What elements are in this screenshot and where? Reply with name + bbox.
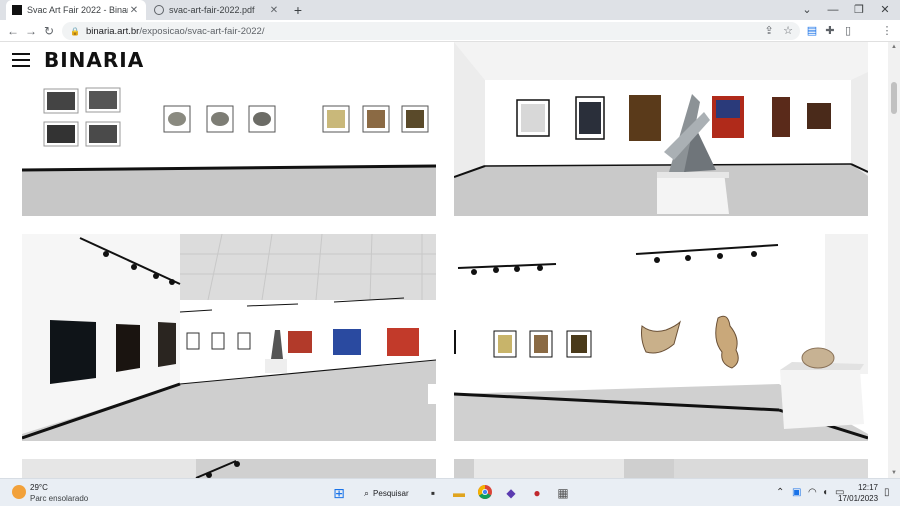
tab-strip: Svac Art Fair 2022 - Binaria Arte e ✕ sv…: [0, 0, 900, 20]
extensions-icon[interactable]: ✚: [821, 22, 839, 40]
notification-icon[interactable]: ▯: [884, 485, 890, 501]
menu-dots-icon[interactable]: ⋮: [878, 22, 896, 40]
app-grid-icon[interactable]: ▦: [554, 484, 572, 502]
restore-icon[interactable]: ❐: [846, 0, 872, 20]
gallery-panel-2[interactable]: [454, 42, 868, 216]
scroll-up-arrow[interactable]: ▲: [888, 42, 900, 52]
gallery-scene-6: [454, 459, 868, 478]
reload-icon[interactable]: ↻: [40, 22, 58, 40]
url-path: /exposicao/svac-art-fair-2022/: [139, 25, 265, 37]
close-icon[interactable]: ✕: [268, 5, 280, 16]
folder-icon[interactable]: ▬: [450, 484, 468, 502]
volume-icon[interactable]: ◖: [822, 485, 828, 501]
docs-extension-icon[interactable]: ▤: [803, 22, 821, 40]
gallery-scene-2: [454, 42, 868, 216]
tab-pdf[interactable]: svac-art-fair-2022.pdf ✕: [148, 0, 286, 20]
gallery-scene-5: [22, 459, 436, 478]
tab-title: svac-art-fair-2022.pdf: [169, 5, 255, 15]
close-icon[interactable]: ✕: [128, 5, 140, 16]
windows-taskbar: 29°C Parc ensolarado ⊞ ⌕ Pesquisar ▪ ▬ ◆…: [0, 478, 900, 506]
scrollbar-thumb[interactable]: [891, 82, 897, 114]
gallery-scene-4: [454, 234, 868, 441]
address-bar[interactable]: 🔒 binaria.art.br /exposicao/svac-art-fai…: [62, 22, 800, 40]
clock-time[interactable]: 12:17: [848, 483, 878, 492]
browser-toolbar: ← → ↻ 🔒 binaria.art.br /exposicao/svac-a…: [0, 20, 900, 58]
gallery-panel-3[interactable]: [22, 234, 436, 441]
forward-icon[interactable]: →: [22, 22, 40, 40]
site-logo[interactable]: BINARIA: [44, 48, 144, 72]
share-icon[interactable]: ⇪: [762, 24, 776, 38]
chrome-icon[interactable]: [476, 484, 494, 502]
lock-icon[interactable]: 🔒: [70, 27, 80, 36]
square-favicon: [12, 5, 22, 15]
app-red-icon[interactable]: ●: [528, 484, 546, 502]
globe-icon: [154, 5, 164, 15]
tray-app-icon[interactable]: ▣: [792, 485, 801, 501]
task-view-icon[interactable]: ▪: [424, 484, 442, 502]
weather-sun-icon[interactable]: [12, 485, 26, 499]
tab-svac-art-fair[interactable]: Svac Art Fair 2022 - Binaria Arte e ✕: [6, 0, 146, 20]
url-host: binaria.art.br: [86, 25, 140, 37]
plus-icon[interactable]: +: [290, 2, 306, 18]
minimize-icon[interactable]: —: [820, 0, 846, 20]
gallery-panel-6[interactable]: [454, 459, 868, 478]
weather-description[interactable]: Parc ensolarado: [30, 494, 88, 503]
gallery-panel-4[interactable]: [454, 234, 868, 441]
gallery-scene-3: [22, 234, 436, 441]
chevron-down-icon[interactable]: ⌄: [794, 0, 820, 20]
search-icon: ⌕: [364, 487, 370, 498]
gallery-panel-5[interactable]: [22, 459, 436, 478]
sidebar-icon[interactable]: ▯: [839, 22, 857, 40]
star-icon[interactable]: ☆: [781, 24, 795, 38]
page-viewport: BINARIA ▲ ▼: [0, 42, 900, 478]
clock-date[interactable]: 17/01/2023: [838, 494, 878, 503]
scrollbar[interactable]: ▲ ▼: [888, 42, 900, 478]
app-shield-icon[interactable]: ◆: [502, 484, 520, 502]
taskbar-search[interactable]: ⌕ Pesquisar: [358, 484, 416, 502]
window-close-icon[interactable]: ✕: [872, 0, 898, 20]
hamburger-icon[interactable]: [12, 53, 30, 67]
chrome-logo: [478, 485, 492, 499]
search-label: Pesquisar: [373, 488, 409, 498]
tray-chevron-icon[interactable]: ⌃: [776, 485, 784, 501]
back-icon[interactable]: ←: [4, 22, 22, 40]
tab-title: Svac Art Fair 2022 - Binaria Arte e: [27, 5, 128, 15]
scroll-down-arrow[interactable]: ▼: [888, 468, 900, 478]
windows-icon[interactable]: ⊞: [330, 484, 348, 502]
wifi-icon[interactable]: ◠: [808, 485, 817, 501]
weather-temperature[interactable]: 29°C: [30, 483, 48, 492]
